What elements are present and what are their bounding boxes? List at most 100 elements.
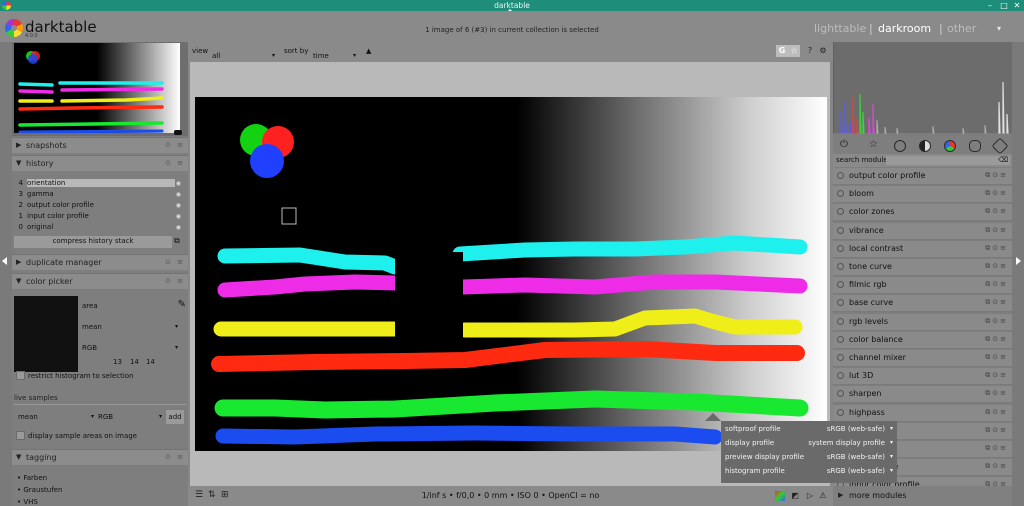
warning-icon[interactable]: ⚠ bbox=[818, 491, 828, 501]
module-row[interactable]: rgb levels ⧉⊙≡ bbox=[833, 313, 1012, 331]
correct-group-icon[interactable] bbox=[969, 140, 981, 152]
module-controls-icon[interactable]: ⧉⊙≡ bbox=[985, 189, 1008, 198]
history-item[interactable]: 4 orientation ◉ bbox=[15, 178, 185, 189]
module-controls-icon[interactable]: ⧉⊙≡ bbox=[985, 171, 1008, 180]
module-controls-icon[interactable]: ⊙ ≡ bbox=[165, 141, 185, 149]
collapse-left-panel-icon[interactable] bbox=[2, 257, 7, 265]
module-row[interactable]: color balance ⧉⊙≡ bbox=[833, 331, 1012, 349]
close-button[interactable]: ✕ bbox=[1011, 0, 1023, 11]
module-controls-icon[interactable]: ⊙ ≡ bbox=[165, 277, 185, 285]
collapse-right-panel-icon[interactable] bbox=[1016, 257, 1021, 265]
history-item[interactable]: 2 output color profile ◉ bbox=[15, 200, 185, 211]
maximize-button[interactable]: □ bbox=[998, 0, 1010, 11]
module-controls-icon[interactable]: ⧉⊙≡ bbox=[985, 335, 1008, 344]
module-controls-icon[interactable]: ⧉⊙≡ bbox=[985, 298, 1008, 307]
other-views-dropdown-icon[interactable]: ▾ bbox=[997, 24, 1001, 33]
module-power-icon[interactable] bbox=[837, 408, 844, 416]
sort-direction-toggle[interactable]: ▲ bbox=[366, 47, 371, 55]
tone-group-icon[interactable] bbox=[919, 140, 931, 152]
module-controls-icon[interactable]: ⧉⊙≡ bbox=[985, 371, 1008, 380]
histogram[interactable] bbox=[833, 42, 1012, 135]
module-controls-icon[interactable]: ⧉⊙≡ bbox=[985, 444, 1008, 453]
softproof-profile-row[interactable]: softproof profile sRGB (web-safe) ▾ bbox=[725, 423, 893, 435]
module-controls-icon[interactable]: ⧉⊙≡ bbox=[985, 207, 1008, 216]
module-duplicate-manager[interactable]: ▶ duplicate manager ⊙ ≡ bbox=[12, 254, 188, 270]
module-snapshots[interactable]: ▶ snapshots ⊙ ≡ bbox=[12, 137, 188, 153]
softproof-icon[interactable] bbox=[775, 491, 785, 501]
history-item[interactable]: 1 input color profile ◉ bbox=[15, 211, 185, 222]
module-controls-icon[interactable]: ⧉⊙≡ bbox=[985, 462, 1008, 471]
module-power-icon[interactable] bbox=[837, 317, 844, 325]
module-power-icon[interactable] bbox=[837, 390, 844, 398]
right-panel-edge[interactable] bbox=[1012, 42, 1024, 506]
module-controls-icon[interactable]: ⧉⊙≡ bbox=[985, 317, 1008, 326]
module-controls-icon[interactable]: ⧉⊙≡ bbox=[985, 262, 1008, 271]
grouping-button[interactable]: G bbox=[776, 45, 788, 57]
module-power-icon[interactable] bbox=[837, 208, 844, 216]
picker-mode-select[interactable]: area ✎ bbox=[82, 299, 186, 312]
view-other[interactable]: other bbox=[947, 22, 976, 35]
more-modules[interactable]: ▶ more modules bbox=[833, 486, 1012, 506]
sample-statistic-select[interactable]: mean ▾ bbox=[18, 411, 96, 423]
view-darkroom[interactable]: darkroom bbox=[878, 22, 931, 35]
module-row[interactable]: output color profile ⧉⊙≡ bbox=[833, 168, 1012, 185]
module-power-icon[interactable] bbox=[837, 372, 844, 380]
compress-history-button[interactable]: compress history stack bbox=[14, 236, 172, 248]
module-power-icon[interactable] bbox=[837, 281, 844, 289]
module-controls-icon[interactable]: ⊙ ≡ bbox=[165, 453, 185, 461]
history-item[interactable]: 3 gamma ◉ bbox=[15, 189, 185, 200]
display-profile-row[interactable]: display profile system display profile ▾ bbox=[725, 437, 893, 449]
module-power-icon[interactable] bbox=[837, 226, 844, 234]
module-controls-icon[interactable]: ⊙ ≡ bbox=[165, 159, 185, 167]
module-row[interactable]: lut 3D ⧉⊙≡ bbox=[833, 368, 1012, 386]
module-row[interactable]: base curve ⧉⊙≡ bbox=[833, 295, 1012, 313]
module-controls-icon[interactable]: ⊙ ≡ bbox=[165, 258, 185, 266]
module-row[interactable]: color zones ⧉⊙≡ bbox=[833, 204, 1012, 222]
help-button[interactable]: ? bbox=[804, 45, 816, 57]
overlay-stars-button[interactable]: ☆ bbox=[788, 45, 800, 57]
module-row[interactable]: tone curve ⧉⊙≡ bbox=[833, 259, 1012, 276]
module-power-icon[interactable] bbox=[837, 335, 844, 343]
picker-colorspace-select[interactable]: RGB ▾ bbox=[82, 342, 186, 354]
module-history[interactable]: ▼ history ⊙ ≡ bbox=[12, 155, 188, 171]
module-color-picker[interactable]: ▼ color picker ⊙ ≡ bbox=[12, 273, 188, 289]
module-row[interactable]: channel mixer ⧉⊙≡ bbox=[833, 350, 1012, 367]
module-controls-icon[interactable]: ⧉⊙≡ bbox=[985, 353, 1008, 362]
history-item[interactable]: 0 original ◉ bbox=[15, 222, 185, 233]
display-sample-areas-checkbox[interactable] bbox=[16, 431, 25, 440]
picker-statistic-select[interactable]: mean ▾ bbox=[82, 321, 186, 333]
module-tagging[interactable]: ▼ tagging ⊙ ≡ bbox=[12, 449, 188, 465]
gamut-check-icon[interactable]: ◩ bbox=[790, 491, 800, 501]
color-picker-eyedropper-icon[interactable]: ✎ bbox=[178, 299, 186, 311]
edited-image[interactable] bbox=[195, 97, 827, 451]
module-power-icon[interactable] bbox=[837, 244, 844, 252]
module-controls-icon[interactable]: ⧉⊙≡ bbox=[985, 408, 1008, 417]
clear-search-icon[interactable]: ⌫ bbox=[998, 156, 1008, 165]
module-controls-icon[interactable]: ⧉⊙≡ bbox=[985, 226, 1008, 235]
minimize-button[interactable]: – bbox=[984, 0, 996, 11]
module-row[interactable]: vibrance ⧉⊙≡ bbox=[833, 222, 1012, 240]
navigator[interactable] bbox=[12, 42, 188, 136]
module-power-icon[interactable] bbox=[837, 354, 844, 361]
effect-group-icon[interactable] bbox=[991, 137, 1009, 155]
search-module-input[interactable]: ⌫ bbox=[886, 156, 1010, 165]
module-row[interactable]: local contrast ⧉⊙≡ bbox=[833, 240, 1012, 258]
histogram-profile-row[interactable]: histogram profile sRGB (web-safe) ▾ bbox=[725, 465, 893, 477]
module-power-icon[interactable] bbox=[837, 263, 844, 270]
module-power-icon[interactable] bbox=[837, 172, 844, 179]
module-row[interactable]: filmic rgb ⧉⊙≡ bbox=[833, 277, 1012, 295]
sample-colorspace-select[interactable]: RGB ▾ bbox=[98, 411, 164, 423]
module-controls-icon[interactable]: ⧉⊙≡ bbox=[985, 389, 1008, 398]
preview-display-profile-row[interactable]: preview display profile sRGB (web-safe) … bbox=[725, 451, 893, 463]
module-power-icon[interactable] bbox=[837, 190, 844, 198]
restrict-histogram-checkbox[interactable] bbox=[16, 371, 25, 380]
add-sample-button[interactable]: add bbox=[166, 410, 184, 424]
module-row[interactable]: highpass ⧉⊙≡ bbox=[833, 404, 1012, 422]
compress-history-options-icon[interactable]: ⧉ bbox=[174, 236, 184, 248]
tag-item[interactable]: • Graustufen bbox=[17, 486, 62, 494]
zoom-indicator-icon[interactable] bbox=[174, 130, 182, 135]
base-group-icon[interactable] bbox=[894, 140, 906, 152]
module-controls-icon[interactable]: ⧉⊙≡ bbox=[985, 280, 1008, 289]
favorites-star-icon[interactable]: ☆ bbox=[869, 139, 881, 151]
color-group-icon[interactable] bbox=[944, 140, 956, 152]
